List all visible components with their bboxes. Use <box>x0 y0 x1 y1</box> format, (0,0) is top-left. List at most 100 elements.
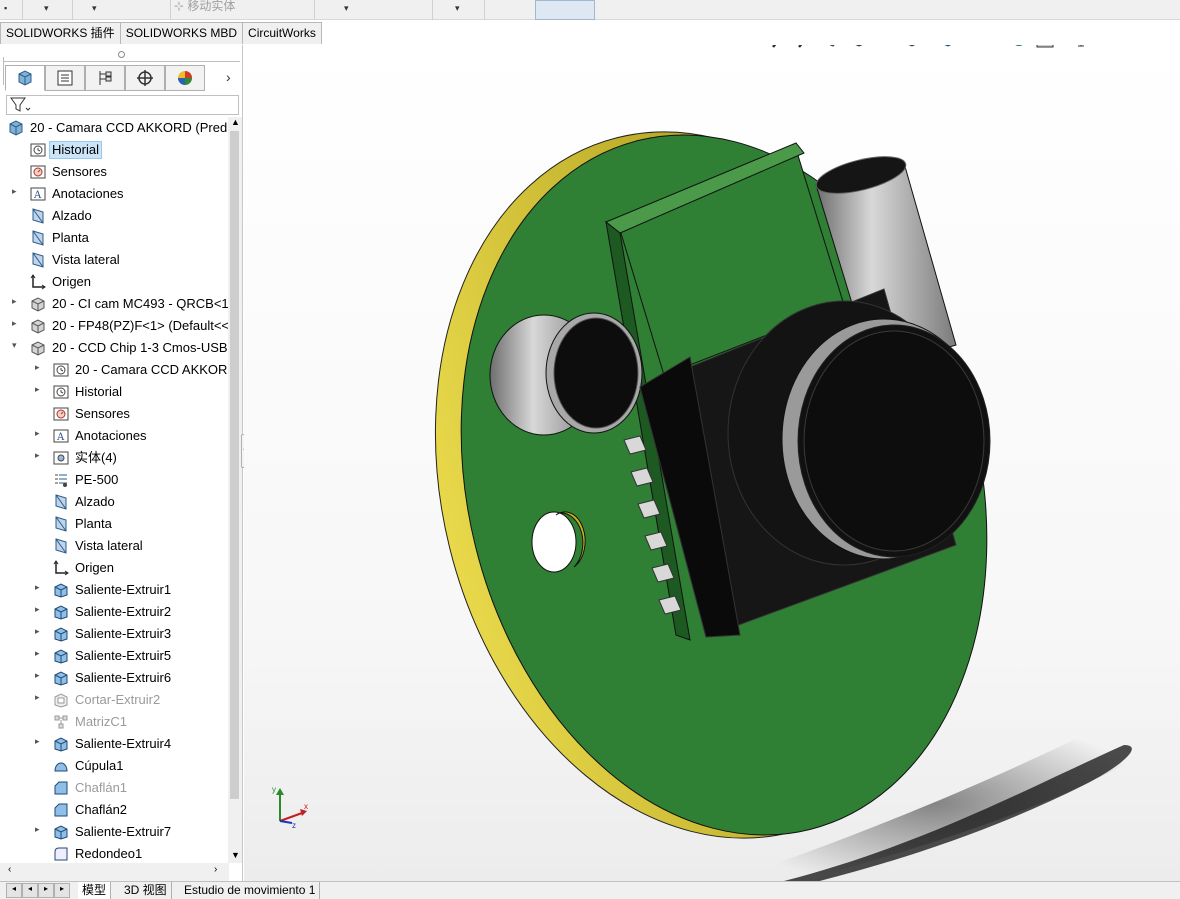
tree-item-sensores[interactable]: Sensores <box>0 403 229 425</box>
expand-arrow-icon[interactable]: ▸ <box>12 296 17 307</box>
active-toolbar-button[interactable] <box>535 0 595 20</box>
extrude-icon <box>53 582 69 598</box>
tabs-scroll-right-icon[interactable]: › <box>226 69 231 85</box>
move-solid-button[interactable]: ⊹ 移动实体 <box>174 0 235 14</box>
tab-nav-buttons[interactable]: ◂ ◂ ▸ ▸ <box>6 883 72 898</box>
panel-splitter-handle[interactable] <box>118 51 125 58</box>
expand-arrow-icon[interactable]: ▸ <box>35 450 40 461</box>
tree-item-root[interactable]: ▾20 - Camara CCD AKKORD (Pred <box>0 117 229 139</box>
tab-feature-manager[interactable] <box>5 65 45 91</box>
tree-vertical-scrollbar[interactable]: ▲ ▼ <box>228 117 242 863</box>
next-tab-icon[interactable]: ▸ <box>38 883 54 898</box>
camera-board-model[interactable] <box>244 45 1180 881</box>
expand-arrow-icon[interactable]: ▸ <box>35 670 40 681</box>
tree-item-alzado[interactable]: Alzado <box>0 205 229 227</box>
tree-item-cupula1[interactable]: Cúpula1 <box>0 755 229 777</box>
chevron-down-icon[interactable]: ▾ <box>344 3 349 14</box>
tab-dimxpert-manager[interactable] <box>125 65 165 91</box>
first-tab-icon[interactable]: ◂ <box>6 883 22 898</box>
prev-tab-icon[interactable]: ◂ <box>22 883 38 898</box>
dynamic-annotation-button[interactable] <box>874 45 896 50</box>
expand-arrow-icon[interactable]: ▸ <box>12 186 17 197</box>
tree-item-saliente-extruir1[interactable]: ▸ Saliente-Extruir1 <box>0 579 229 601</box>
zoom-to-area-button[interactable] <box>796 45 818 50</box>
chevron-down-icon[interactable]: ▾ <box>44 3 49 14</box>
display-style-button[interactable] <box>936 45 958 50</box>
tree-item-historial[interactable]: Historial <box>0 139 229 161</box>
tree-item-component-fp48[interactable]: ▸ 20 - FP48(PZ)F<1> (Default<< <box>0 315 229 337</box>
tree-item-component-ccd-chip[interactable]: ▾ 20 - CCD Chip 1-3 Cmos-USB <box>0 337 229 359</box>
scroll-down-icon[interactable]: ▼ <box>231 850 240 860</box>
expand-arrow-icon[interactable]: ▸ <box>35 626 40 637</box>
tree-item-sub-component[interactable]: ▸ 20 - Camara CCD AKKORD <box>0 359 229 381</box>
tab-solidworks-addins[interactable]: SOLIDWORKS 插件 <box>0 22 121 44</box>
tab-circuitworks[interactable]: CircuitWorks <box>242 22 322 44</box>
scroll-up-icon[interactable]: ▲ <box>231 117 240 127</box>
tree-item-anotaciones[interactable]: ▸ A Anotaciones <box>0 425 229 447</box>
expand-arrow-icon[interactable]: ▸ <box>35 692 40 703</box>
expand-arrow-icon[interactable]: ▸ <box>35 362 40 373</box>
expand-arrow-icon[interactable]: ▸ <box>35 582 40 593</box>
tree-item-vista-lateral[interactable]: Vista lateral <box>0 535 229 557</box>
tree-item-saliente-extruir4[interactable]: ▸ Saliente-Extruir4 <box>0 733 229 755</box>
expand-arrow-icon[interactable]: ▸ <box>35 384 40 395</box>
tab-configuration-manager[interactable] <box>85 65 125 91</box>
hide-show-items-button[interactable] <box>972 45 994 50</box>
apply-scene-button[interactable] <box>1034 45 1056 50</box>
section-view-button[interactable] <box>848 45 870 50</box>
tree-item-material[interactable]: PE-500 <box>0 469 229 491</box>
tab-model[interactable]: 模型 <box>78 882 112 899</box>
scrollbar-thumb[interactable] <box>230 131 239 799</box>
tree-item-cortar-extruir2[interactable]: ▸ Cortar-Extruir2 <box>0 689 229 711</box>
tab-solidworks-mbd[interactable]: SOLIDWORKS MBD <box>119 22 244 44</box>
divider <box>170 0 171 20</box>
tab-property-manager[interactable] <box>45 65 85 91</box>
last-tab-icon[interactable]: ▸ <box>54 883 70 898</box>
tree-item-saliente-extruir6[interactable]: ▸ Saliente-Extruir6 <box>0 667 229 689</box>
tree-item-planta[interactable]: Planta <box>0 227 229 249</box>
tree-item-vista-lateral[interactable]: Vista lateral <box>0 249 229 271</box>
tree-item-solid-bodies[interactable]: ▸ 实体(4) <box>0 447 229 469</box>
scroll-right-icon[interactable]: › <box>214 864 217 875</box>
tab-3d-view[interactable]: 3D 视图 <box>120 882 172 899</box>
tree-item-chaflan1[interactable]: Chaflán1 <box>0 777 229 799</box>
scroll-left-icon[interactable]: ‹ <box>8 864 11 875</box>
expand-arrow-icon[interactable]: ▸ <box>35 648 40 659</box>
tree-item-saliente-extruir2[interactable]: ▸ Saliente-Extruir2 <box>0 601 229 623</box>
tab-motion-study[interactable]: Estudio de movimiento 1 <box>180 882 321 899</box>
tree-item-planta[interactable]: Planta <box>0 513 229 535</box>
tree-item-chaflan2[interactable]: Chaflán2 <box>0 799 229 821</box>
collapse-arrow-icon[interactable]: ▾ <box>12 340 17 351</box>
tree-item-origen[interactable]: Origen <box>0 557 229 579</box>
expand-arrow-icon[interactable]: ▸ <box>35 824 40 835</box>
previous-view-button[interactable] <box>822 45 844 50</box>
expand-arrow-icon[interactable]: ▸ <box>12 318 17 329</box>
tree-item-anotaciones[interactable]: ▸ A Anotaciones <box>0 183 229 205</box>
sensor-icon <box>53 406 69 422</box>
edit-appearance-button[interactable] <box>1008 45 1030 50</box>
dropdown-arrow-icon[interactable]: ▪ <box>4 3 7 13</box>
chevron-down-icon[interactable]: ▾ <box>92 3 97 14</box>
graphics-area[interactable]: y x z ▼ ▼ ▼ ▼ ▼ <box>244 45 1180 881</box>
tree-item-component-ci-cam[interactable]: ▸ 20 - CI cam MC493 - QRCB<1 <box>0 293 229 315</box>
part-icon <box>8 120 24 136</box>
tree-item-saliente-extruir7[interactable]: ▸ Saliente-Extruir7 <box>0 821 229 843</box>
tree-item-historial[interactable]: ▸ Historial <box>0 381 229 403</box>
chevron-down-icon[interactable]: ▾ <box>455 3 460 14</box>
tree-item-alzado[interactable]: Alzado <box>0 491 229 513</box>
tree-item-matriz-c1[interactable]: MatrizC1 <box>0 711 229 733</box>
tab-display-manager[interactable] <box>165 65 205 91</box>
view-orientation-button[interactable] <box>900 45 922 50</box>
tree-item-saliente-extruir5[interactable]: ▸ Saliente-Extruir5 <box>0 645 229 667</box>
expand-arrow-icon[interactable]: ▸ <box>35 736 40 747</box>
filter-icon[interactable] <box>9 96 31 114</box>
tree-item-origen[interactable]: Origen <box>0 271 229 293</box>
view-settings-button[interactable] <box>1070 45 1092 50</box>
zoom-to-fit-button[interactable] <box>770 45 792 50</box>
tree-item-redondeo1[interactable]: Redondeo1 <box>0 843 229 863</box>
tree-item-saliente-extruir3[interactable]: ▸ Saliente-Extruir3 <box>0 623 229 645</box>
tree-horizontal-scrollbar[interactable]: ‹ › <box>0 863 229 881</box>
expand-arrow-icon[interactable]: ▸ <box>35 604 40 615</box>
expand-arrow-icon[interactable]: ▸ <box>35 428 40 439</box>
tree-item-sensores[interactable]: Sensores <box>0 161 229 183</box>
